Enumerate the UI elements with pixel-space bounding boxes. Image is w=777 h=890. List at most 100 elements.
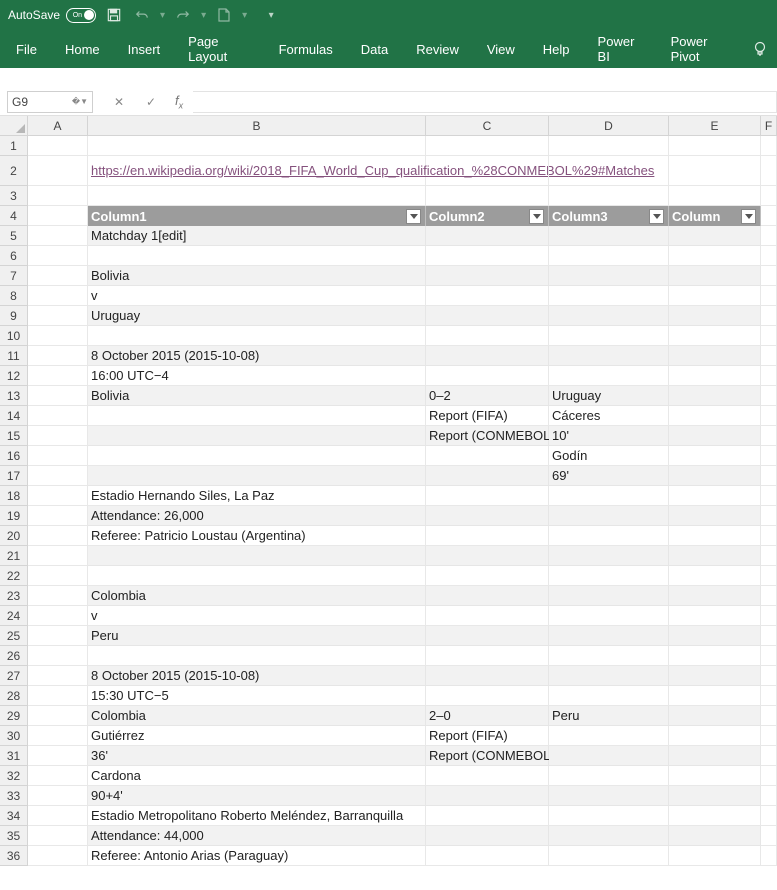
- col-header-C[interactable]: C: [426, 116, 549, 135]
- cell[interactable]: [669, 606, 761, 626]
- cell[interactable]: Report (FIFA): [426, 406, 549, 426]
- enter-icon[interactable]: ✓: [143, 95, 159, 109]
- cell[interactable]: [761, 646, 777, 666]
- row-header[interactable]: 26: [0, 646, 28, 666]
- row-header[interactable]: 2: [0, 156, 28, 186]
- cell[interactable]: [761, 426, 777, 446]
- row-header[interactable]: 3: [0, 186, 28, 206]
- cell[interactable]: [761, 156, 777, 186]
- cell[interactable]: [426, 226, 549, 246]
- cell[interactable]: [761, 526, 777, 546]
- cell[interactable]: [28, 746, 88, 766]
- tab-formulas[interactable]: Formulas: [265, 34, 347, 65]
- cell[interactable]: Referee: Antonio Arias (Paraguay): [88, 846, 426, 866]
- cell[interactable]: [761, 626, 777, 646]
- cell[interactable]: [761, 826, 777, 846]
- cell[interactable]: [549, 306, 669, 326]
- tab-file[interactable]: File: [8, 34, 51, 65]
- cell[interactable]: [426, 806, 549, 826]
- cell[interactable]: [761, 226, 777, 246]
- tab-powerbi[interactable]: Power BI: [584, 26, 657, 72]
- cell[interactable]: [28, 626, 88, 646]
- formula-input[interactable]: [193, 91, 777, 113]
- cell[interactable]: [28, 326, 88, 346]
- cell[interactable]: [28, 686, 88, 706]
- cell[interactable]: [549, 546, 669, 566]
- cell[interactable]: [426, 446, 549, 466]
- undo-icon[interactable]: [132, 5, 152, 25]
- cell[interactable]: [761, 606, 777, 626]
- cell[interactable]: [669, 326, 761, 346]
- cell[interactable]: [761, 486, 777, 506]
- row-header[interactable]: 34: [0, 806, 28, 826]
- row-header[interactable]: 7: [0, 266, 28, 286]
- cell[interactable]: [761, 586, 777, 606]
- cell[interactable]: [426, 626, 549, 646]
- name-box[interactable]: G9�▼: [7, 91, 93, 113]
- cell[interactable]: [761, 686, 777, 706]
- name-box-dropdown-icon[interactable]: �▼: [72, 97, 88, 106]
- cell[interactable]: [28, 706, 88, 726]
- row-header[interactable]: 9: [0, 306, 28, 326]
- cell[interactable]: [28, 156, 88, 186]
- cell[interactable]: Matchday 1[edit]: [88, 226, 426, 246]
- row-header[interactable]: 18: [0, 486, 28, 506]
- select-all-corner[interactable]: [0, 116, 28, 135]
- cell[interactable]: [426, 466, 549, 486]
- cell[interactable]: [549, 266, 669, 286]
- cell[interactable]: https://en.wikipedia.org/wiki/2018_FIFA_…: [88, 156, 426, 186]
- cell[interactable]: [28, 566, 88, 586]
- cell[interactable]: [669, 586, 761, 606]
- cell[interactable]: [669, 266, 761, 286]
- cell[interactable]: [426, 306, 549, 326]
- cell[interactable]: [761, 666, 777, 686]
- cell[interactable]: [669, 846, 761, 866]
- row-header[interactable]: 13: [0, 386, 28, 406]
- cell[interactable]: [88, 326, 426, 346]
- cell[interactable]: [426, 506, 549, 526]
- tab-insert[interactable]: Insert: [114, 34, 175, 65]
- cell[interactable]: Peru: [88, 626, 426, 646]
- row-header[interactable]: 29: [0, 706, 28, 726]
- cell[interactable]: [549, 586, 669, 606]
- row-header[interactable]: 33: [0, 786, 28, 806]
- cell[interactable]: Report (CONMEBOL): [426, 746, 549, 766]
- cell[interactable]: Report (FIFA): [426, 726, 549, 746]
- cell[interactable]: [28, 466, 88, 486]
- cell[interactable]: Referee: Patricio Loustau (Argentina): [88, 526, 426, 546]
- row-header[interactable]: 31: [0, 746, 28, 766]
- cell[interactable]: Attendance: 44,000: [88, 826, 426, 846]
- cell[interactable]: [669, 646, 761, 666]
- cell[interactable]: [761, 566, 777, 586]
- cell[interactable]: 10': [549, 426, 669, 446]
- cell[interactable]: [669, 566, 761, 586]
- row-header[interactable]: 30: [0, 726, 28, 746]
- cell[interactable]: [28, 406, 88, 426]
- cell[interactable]: [549, 746, 669, 766]
- cell[interactable]: [88, 566, 426, 586]
- cell[interactable]: [426, 326, 549, 346]
- cell[interactable]: [88, 446, 426, 466]
- cell[interactable]: [549, 366, 669, 386]
- cell[interactable]: Cardona: [88, 766, 426, 786]
- save-icon[interactable]: [104, 5, 124, 25]
- cell[interactable]: [28, 286, 88, 306]
- cell[interactable]: [669, 226, 761, 246]
- cell[interactable]: [549, 846, 669, 866]
- cell[interactable]: [88, 136, 426, 156]
- cell[interactable]: [761, 766, 777, 786]
- table-header[interactable]: Column2: [426, 206, 549, 226]
- cell[interactable]: [669, 426, 761, 446]
- cell[interactable]: [426, 246, 549, 266]
- cell[interactable]: [669, 346, 761, 366]
- cell[interactable]: [426, 546, 549, 566]
- cell[interactable]: [549, 526, 669, 546]
- undo-dropdown-icon[interactable]: ▾: [160, 10, 165, 21]
- cell[interactable]: [549, 666, 669, 686]
- cell[interactable]: Attendance: 26,000: [88, 506, 426, 526]
- table-header[interactable]: Column3: [549, 206, 669, 226]
- cell[interactable]: [761, 326, 777, 346]
- cell[interactable]: Peru: [549, 706, 669, 726]
- cell[interactable]: [761, 466, 777, 486]
- row-header[interactable]: 27: [0, 666, 28, 686]
